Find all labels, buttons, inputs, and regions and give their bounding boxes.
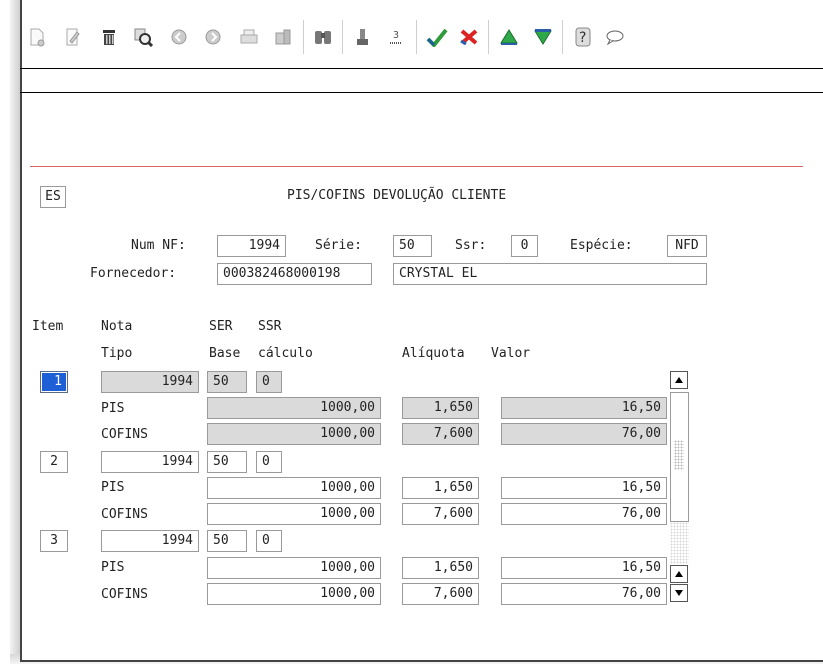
col-valor: Valor [491, 346, 531, 361]
window-shadow-left [10, 0, 20, 664]
scrollbar-grip [674, 440, 684, 470]
tipo-label: COFINS [101, 507, 148, 522]
serie-field[interactable]: 50 [393, 235, 432, 257]
toolbar: 3 ? [20, 14, 823, 60]
item-number-field[interactable]: 1 [40, 371, 68, 393]
trash-icon[interactable] [94, 14, 124, 60]
scroll-up-button[interactable] [670, 371, 688, 389]
col-ssr: SSR [258, 319, 282, 334]
especie-label: Espécie: [570, 238, 633, 253]
print-icon[interactable] [234, 14, 264, 60]
col-nota: Nota [101, 319, 133, 334]
fornecedor-label: Fornecedor: [90, 266, 177, 281]
fornecedor-code-field[interactable]: 000382468000198 [217, 263, 372, 285]
triangle-down-icon [675, 590, 683, 596]
binoculars-icon[interactable] [308, 14, 338, 60]
aliquota-field[interactable]: 7,600 [402, 503, 479, 525]
base-field[interactable]: 1000,00 [207, 423, 381, 445]
ssr-item-field[interactable]: 0 [256, 451, 282, 473]
tipo-label: PIS [101, 401, 125, 416]
num-nf-field[interactable]: 1994 [217, 235, 286, 257]
tipo-label: PIS [101, 560, 125, 575]
ssr-item-field[interactable]: 0 [256, 371, 282, 393]
triangle-up-icon [675, 377, 683, 383]
ser-field[interactable]: 50 [207, 530, 247, 552]
tipo-label: COFINS [101, 427, 148, 442]
col-aliquota: Alíquota [402, 346, 465, 361]
confirm-icon[interactable] [422, 14, 452, 60]
new-doc-icon[interactable] [22, 14, 52, 60]
last-icon[interactable]: 3 [381, 14, 411, 60]
help-icon[interactable]: ? [568, 14, 598, 60]
search-icon[interactable] [128, 14, 158, 60]
scrollbar-track[interactable] [670, 522, 689, 564]
next-icon[interactable] [198, 14, 228, 60]
header-separator [30, 166, 803, 167]
comment-icon[interactable] [600, 14, 630, 60]
especie-field[interactable]: NFD [667, 235, 707, 257]
col-item: Item [32, 319, 64, 334]
export-icon[interactable] [268, 14, 298, 60]
form-tag: ES [40, 186, 66, 208]
base-field[interactable]: 1000,00 [207, 503, 381, 525]
triangle-up-icon [675, 571, 683, 577]
ser-field[interactable]: 50 [207, 451, 247, 473]
svg-text:3: 3 [393, 30, 399, 41]
col-ser: SER [209, 319, 233, 334]
aliquota-field[interactable]: 1,650 [402, 397, 479, 419]
svg-text:?: ? [579, 30, 586, 46]
col-tipo: Tipo [101, 346, 133, 361]
valor-field[interactable]: 76,00 [501, 583, 667, 605]
form-title: PIS/COFINS DEVOLUÇÃO CLIENTE [287, 188, 507, 203]
tipo-label: PIS [101, 480, 125, 495]
ssr-item-field[interactable]: 0 [256, 530, 282, 552]
first-icon[interactable] [347, 14, 377, 60]
aliquota-field[interactable]: 1,650 [402, 557, 479, 579]
ser-field[interactable]: 50 [207, 371, 247, 393]
up-icon[interactable] [494, 14, 524, 60]
ssr-label: Ssr: [455, 238, 487, 253]
num-nf-label: Num NF: [131, 238, 186, 253]
edit-icon[interactable] [58, 14, 88, 60]
col-calculo: cálculo [258, 346, 313, 361]
valor-field[interactable]: 16,50 [501, 397, 667, 419]
status-divider [20, 92, 823, 93]
down-icon[interactable] [528, 14, 558, 60]
aliquota-field[interactable]: 1,650 [402, 477, 479, 499]
aliquota-field[interactable]: 7,600 [402, 583, 479, 605]
item-number-field[interactable]: 3 [40, 530, 68, 552]
ssr-field[interactable]: 0 [511, 235, 538, 257]
base-field[interactable]: 1000,00 [207, 397, 381, 419]
prev-icon[interactable] [164, 14, 194, 60]
cancel-icon[interactable] [454, 14, 484, 60]
valor-field[interactable]: 16,50 [501, 557, 667, 579]
serie-label: Série: [315, 238, 362, 253]
valor-field[interactable]: 16,50 [501, 477, 667, 499]
toolbar-divider [20, 68, 823, 69]
item-number-field[interactable]: 2 [40, 451, 68, 473]
valor-field[interactable]: 76,00 [501, 503, 667, 525]
nota-field[interactable]: 1994 [101, 530, 199, 552]
col-base: Base [209, 346, 241, 361]
nota-field[interactable]: 1994 [101, 371, 199, 393]
fornecedor-name-field[interactable]: CRYSTAL EL [393, 263, 707, 285]
base-field[interactable]: 1000,00 [207, 583, 381, 605]
valor-field[interactable]: 76,00 [501, 423, 667, 445]
tipo-label: COFINS [101, 587, 148, 602]
base-field[interactable]: 1000,00 [207, 477, 381, 499]
scroll-down-button[interactable] [670, 584, 688, 602]
base-field[interactable]: 1000,00 [207, 557, 381, 579]
scroll-up-button-lower[interactable] [670, 565, 688, 583]
aliquota-field[interactable]: 7,600 [402, 423, 479, 445]
nota-field[interactable]: 1994 [101, 451, 199, 473]
